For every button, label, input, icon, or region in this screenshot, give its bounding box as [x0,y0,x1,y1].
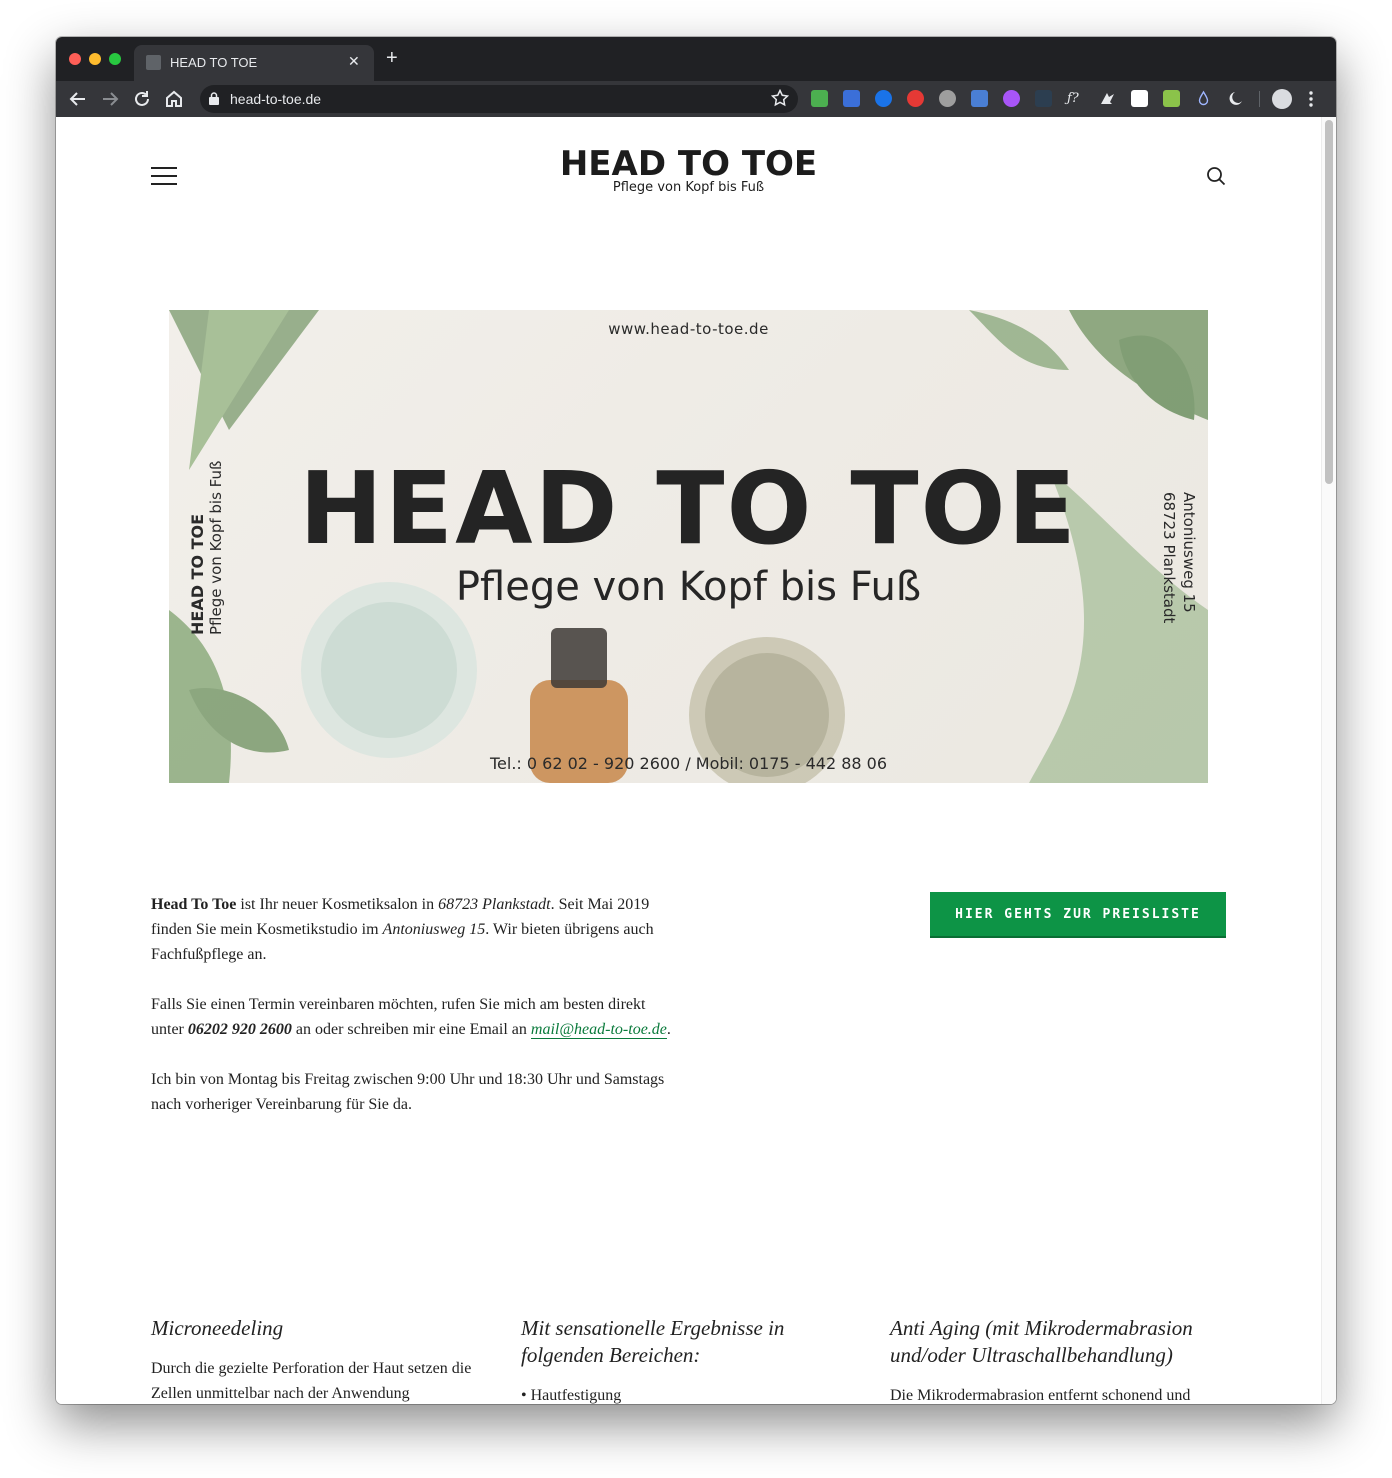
banner-subtitle: Pflege von Kopf bis Fuß [455,564,922,610]
bookmark-star-icon[interactable] [771,89,789,107]
banner-phone: Tel.: 0 62 02 - 920 2600 / Mobil: 0175 -… [489,754,888,773]
site-logo-subtitle: Pflege von Kopf bis Fuß [612,180,765,195]
font-inspector-icon[interactable]: ƒ? [1067,90,1084,107]
search-icon[interactable] [1206,166,1226,186]
profile-avatar[interactable] [1272,89,1292,109]
intro-paragraph-3: Ich bin von Montag bis Freitag zwischen … [151,1071,665,1113]
extension-5-icon[interactable] [939,90,956,107]
url-text: head-to-toe.de [230,91,322,107]
feature-column-results: Mit sensationelle Ergebnisse in folgende… [521,1315,851,1404]
address-bar[interactable]: head-to-toe.de [200,85,798,113]
back-arrow-icon[interactable] [67,88,89,110]
column-text: Durch die gezielte Perforation der Haut … [151,1360,472,1402]
hero-banner: www.head-to-toe.de HEAD TO TOE Pflege vo… [169,310,1208,783]
intro-paragraph-1: Head To Toe ist Ihr neuer Kosmetiksalon … [151,896,654,963]
banner-title: HEAD TO TOE [299,450,1078,567]
favicon-icon [146,55,161,70]
close-window-button[interactable] [69,53,81,65]
browser-toolbar: head-to-toe.de ƒ? [56,81,1336,117]
lock-icon [209,92,219,105]
home-icon[interactable] [163,88,185,110]
intro-text: Head To Toe ist Ihr neuer Kosmetiksalon … [151,892,671,1142]
extension-6-icon[interactable] [971,90,988,107]
column-text: Die Mikrodermabrasion entfernt schonend … [890,1387,1191,1404]
forward-arrow-icon[interactable] [99,88,121,110]
tab-title: HEAD TO TOE [170,55,258,70]
intro-paragraph-2: Falls Sie einen Termin vereinbaren möcht… [151,996,671,1039]
banner-address-street: Antoniusweg 15 [1180,492,1198,613]
column-heading: Microneedeling [151,1316,284,1340]
new-tab-button[interactable]: + [386,48,398,68]
scrollbar-thumb[interactable] [1325,120,1333,484]
extension-1-icon[interactable] [811,90,828,107]
toolbar-separator [1259,91,1260,107]
feature-column-anti-aging: Anti Aging (mit Mikrodermabrasion und/od… [890,1315,1220,1404]
extension-10-icon[interactable] [1099,90,1116,107]
site-logo-title[interactable]: HEAD TO TOE [56,144,1321,184]
banner-address-city: 68723 Plankstadt [1160,492,1178,624]
extension-12-icon[interactable] [1163,90,1180,107]
reload-icon[interactable] [131,88,153,110]
dark-mode-moon-icon[interactable] [1227,90,1244,107]
menu-dots-icon[interactable] [1309,90,1313,108]
close-tab-icon[interactable]: ✕ [348,53,360,70]
extension-7-icon[interactable] [1003,90,1020,107]
column-text: • Hautfestigung [521,1387,622,1404]
price-list-button[interactable]: HIER GEHTS ZUR PREISLISTE [930,892,1226,938]
email-link[interactable]: mail@head-to-toe.de [530,1021,667,1039]
drop-icon[interactable] [1195,90,1212,107]
extension-2-icon[interactable] [843,90,860,107]
tab-bar: HEAD TO TOE ✕ + [56,37,1336,81]
banner-side-logo: HEAD TO TOE Pflege von Kopf bis Fuß [188,460,225,635]
browser-window: HEAD TO TOE ✕ + head-to-toe.de ƒ? HEAD T… [56,37,1336,1404]
column-heading: Mit sensationelle Ergebnisse in folgende… [521,1316,785,1367]
banner-side-title: HEAD TO TOE [188,513,207,635]
banner-website-text: www.head-to-toe.de [608,320,769,338]
feature-column-microneedling: Microneedeling Durch die gezielte Perfor… [151,1315,481,1404]
extension-3-icon[interactable] [875,90,892,107]
extension-4-icon[interactable] [907,90,924,107]
browser-tab[interactable]: HEAD TO TOE ✕ [134,45,374,81]
banner-side-subtitle: Pflege von Kopf bis Fuß [207,460,225,635]
extension-8-icon[interactable] [1035,90,1052,107]
font-extension-icon[interactable] [1131,90,1148,107]
maximize-window-button[interactable] [109,53,121,65]
column-heading: Anti Aging (mit Mikrodermabrasion und/od… [890,1316,1193,1367]
page-viewport: HEAD TO TOE Pflege von Kopf bis Fuß www.… [56,117,1336,1404]
page-scrollbar[interactable] [1321,117,1336,1404]
minimize-window-button[interactable] [89,53,101,65]
banner-address: Antoniusweg 15 68723 Plankstadt [1159,492,1199,623]
